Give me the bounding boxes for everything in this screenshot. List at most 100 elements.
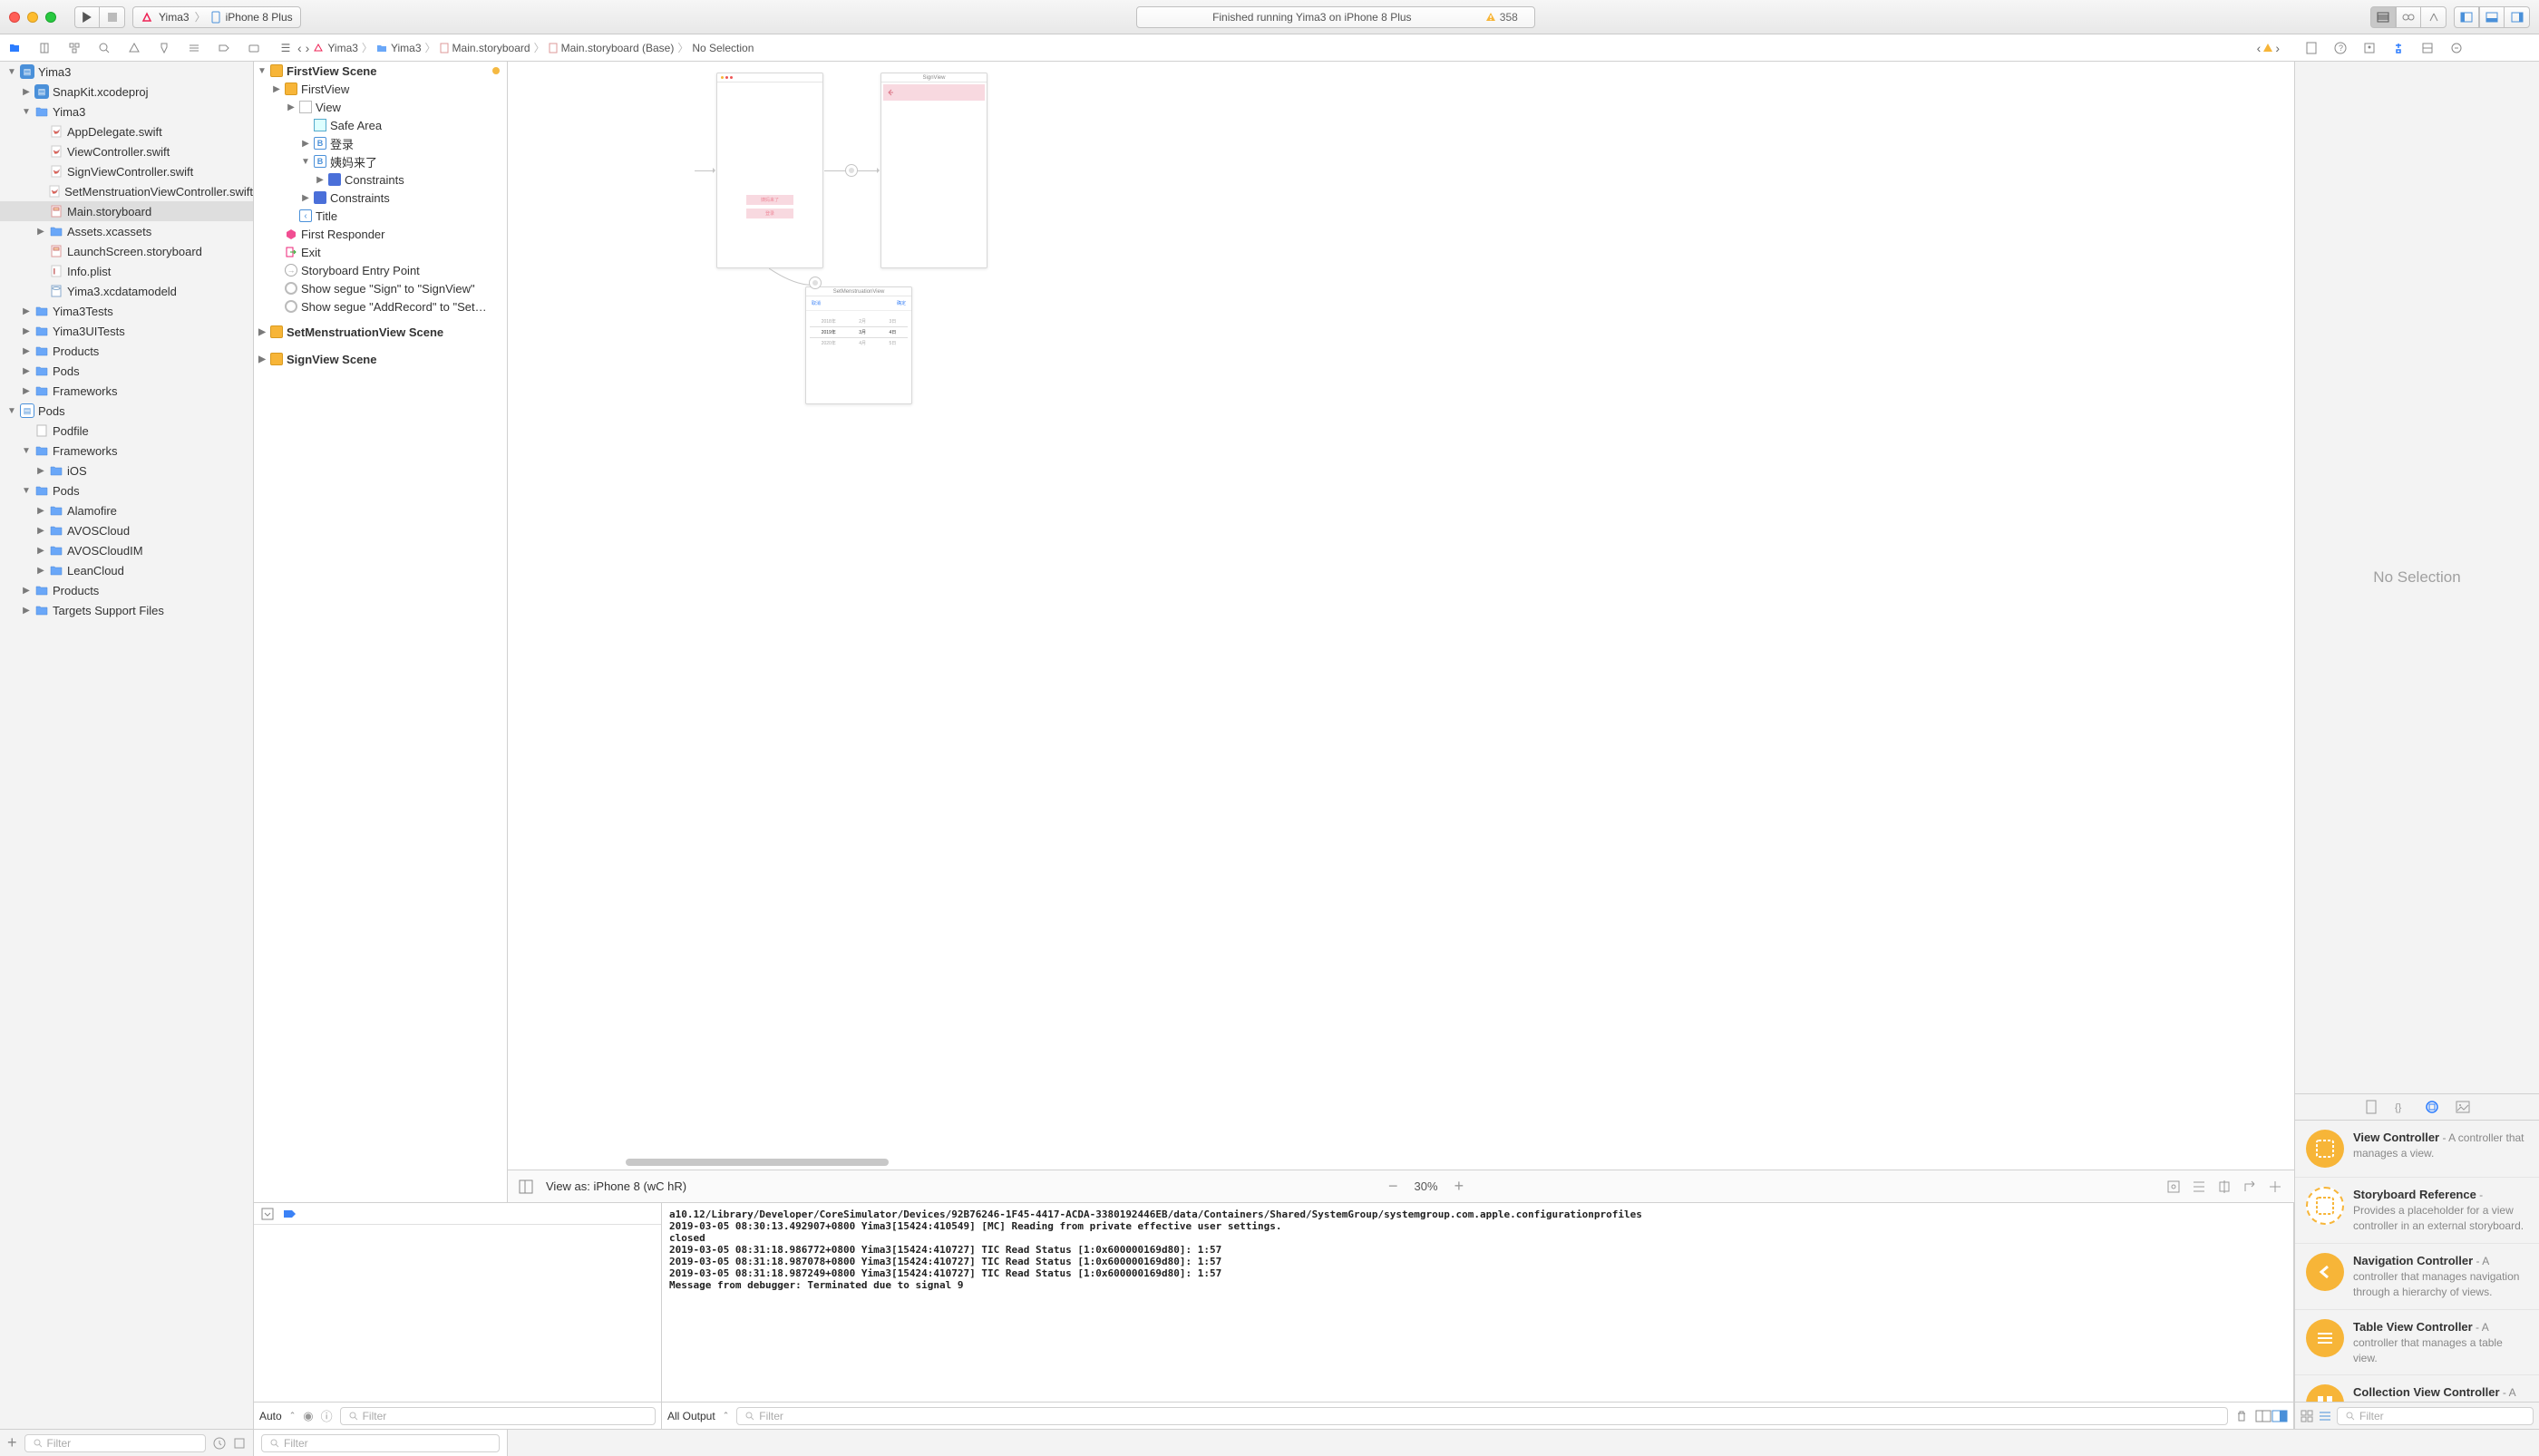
nav-item[interactable]: ▶iOS <box>0 461 253 480</box>
navigator-filter[interactable]: Filter <box>24 1434 206 1452</box>
show-console-button[interactable] <box>2271 1410 2288 1422</box>
outline-scene[interactable]: ▼ FirstView Scene <box>254 62 507 80</box>
attributes-inspector-tab[interactable] <box>2390 40 2407 56</box>
outline-item[interactable]: ▶FirstView <box>254 80 507 98</box>
pin-icon[interactable] <box>2216 1179 2233 1195</box>
picker-row[interactable]: 2018年2月3日 <box>810 316 908 326</box>
nav-item[interactable]: ▶Frameworks <box>0 381 253 401</box>
outline-item[interactable]: →Storyboard Entry Point <box>254 261 507 279</box>
console-output[interactable]: a10.12/Library/Developer/CoreSimulator/D… <box>662 1203 2293 1402</box>
report-navigator-tab[interactable] <box>246 40 261 56</box>
nav-item[interactable]: Podfile <box>0 421 253 441</box>
outline-item[interactable]: Exit <box>254 243 507 261</box>
file-inspector-tab[interactable] <box>2303 40 2320 56</box>
issues-badge[interactable]: 358 <box>1478 10 1525 24</box>
cancel-button[interactable]: 取消 <box>812 300 821 306</box>
outline-item[interactable]: ▶View <box>254 98 507 116</box>
find-navigator-tab[interactable] <box>97 40 112 56</box>
next-issue-button[interactable]: › <box>2275 41 2280 55</box>
outline-scene[interactable]: ▶ SignView Scene <box>254 350 507 368</box>
outline-scene[interactable]: ▶ SetMenstruationView Scene <box>254 323 507 341</box>
code-snippet-tab[interactable]: {} <box>2394 1101 2408 1113</box>
device-bar-toggle[interactable] <box>519 1179 533 1194</box>
run-button[interactable] <box>74 6 100 28</box>
button-yimalai[interactable]: 姨妈来了 <box>746 195 793 205</box>
nav-item[interactable]: ▶Alamofire <box>0 500 253 520</box>
zoom-level[interactable]: 30% <box>1415 1179 1438 1193</box>
test-navigator-tab[interactable] <box>156 40 171 56</box>
picker-row[interactable]: 2019年3月4日 <box>810 326 908 338</box>
align-icon[interactable] <box>2191 1179 2207 1195</box>
nav-item[interactable]: ▼Yima3 <box>0 102 253 121</box>
embed-in-icon[interactable] <box>2165 1179 2182 1195</box>
trash-icon[interactable] <box>2235 1410 2248 1422</box>
source-control-navigator-tab[interactable] <box>37 40 53 56</box>
library-item[interactable]: Collection View Controller - A <box>2295 1375 2539 1402</box>
zoom-in-button[interactable]: + <box>1454 1177 1464 1196</box>
scene-setmenstruation[interactable]: SetMenstruationView 取消 确定 2018年2月3日2019年… <box>805 286 912 404</box>
stop-button[interactable] <box>100 6 125 28</box>
scene-signview[interactable]: SignView <box>880 73 987 268</box>
nav-item[interactable]: ▶LeanCloud <box>0 560 253 580</box>
confirm-button[interactable]: 确定 <box>897 300 906 306</box>
nav-item[interactable]: SetMenstruationViewController.swift <box>0 181 253 201</box>
zoom-out-button[interactable]: − <box>1388 1177 1398 1196</box>
nav-item[interactable]: ▼Frameworks <box>0 441 253 461</box>
grid-view-icon[interactable] <box>2301 1410 2313 1422</box>
project-navigator-tab[interactable] <box>7 40 23 56</box>
nav-item[interactable]: ▶Products <box>0 580 253 600</box>
issue-navigator-tab[interactable] <box>127 40 142 56</box>
outline-item[interactable]: Safe Area <box>254 116 507 134</box>
nav-item[interactable]: AppDelegate.swift <box>0 121 253 141</box>
forward-button[interactable]: › <box>306 41 310 55</box>
outline-item[interactable]: ▶B登录 <box>254 134 507 152</box>
breakpoint-navigator-tab[interactable] <box>216 40 231 56</box>
nav-item[interactable]: ▶Pods <box>0 361 253 381</box>
show-variables-button[interactable] <box>2255 1410 2271 1422</box>
prev-issue-button[interactable]: ‹ <box>2257 41 2262 55</box>
button-login[interactable]: 登录 <box>746 209 793 218</box>
zoom-window-button[interactable] <box>45 12 56 23</box>
nav-project-root[interactable]: ▼ ▤ Yima3 <box>0 62 253 82</box>
variables-view-icon[interactable]: ◉ <box>303 1409 313 1423</box>
console-filter[interactable]: Filter <box>736 1407 2228 1425</box>
debug-navigator-tab[interactable] <box>186 40 201 56</box>
nav-item[interactable]: iInfo.plist <box>0 261 253 281</box>
nav-item[interactable]: ▶AVOSCloudIM <box>0 540 253 560</box>
scheme-selector[interactable]: Yima3 〉 iPhone 8 Plus <box>132 6 301 28</box>
outline-item[interactable]: ▶Constraints <box>254 189 507 207</box>
outline-filter[interactable]: Filter <box>261 1434 500 1452</box>
nav-item[interactable]: ViewController.swift <box>0 141 253 161</box>
object-library-tab[interactable] <box>2425 1100 2439 1114</box>
nav-item[interactable]: ▼Pods <box>0 480 253 500</box>
close-window-button[interactable] <box>9 12 20 23</box>
outline-item[interactable]: ▶Constraints <box>254 170 507 189</box>
resize-icon[interactable] <box>2267 1179 2283 1195</box>
nav-item[interactable]: ▶Assets.xcassets <box>0 221 253 241</box>
picker-row[interactable]: 2020年4月5日 <box>810 338 908 348</box>
outline-item[interactable]: First Responder <box>254 225 507 243</box>
nav-item[interactable]: ▶▤SnapKit.xcodeproj <box>0 82 253 102</box>
nav-item[interactable]: Main.storyboard <box>0 201 253 221</box>
segue-icon[interactable] <box>809 277 822 289</box>
nav-item[interactable]: ▶Yima3Tests <box>0 301 253 321</box>
add-button[interactable]: + <box>7 1433 17 1452</box>
output-menu[interactable]: All Output <box>667 1410 715 1422</box>
media-library-tab[interactable] <box>2456 1101 2470 1113</box>
scene-firstview[interactable]: 姨妈来了 登录 <box>716 73 823 268</box>
outline-item[interactable]: Show segue "AddRecord" to "Set… <box>254 297 507 315</box>
quicklook-icon[interactable]: ⓘ <box>321 1407 333 1424</box>
library-item[interactable]: Storyboard Reference - Provides a placeh… <box>2295 1178 2539 1244</box>
debug-console-toggle[interactable] <box>261 1208 274 1220</box>
variables-filter[interactable]: Filter <box>340 1407 656 1425</box>
segue-icon[interactable] <box>845 164 858 177</box>
breadcrumb[interactable]: Yima3 <box>313 42 358 54</box>
size-inspector-tab[interactable] <box>2419 40 2436 56</box>
auto-menu[interactable]: Auto <box>259 1410 282 1422</box>
assistant-editor-button[interactable] <box>2396 6 2421 28</box>
view-as-label[interactable]: View as: iPhone 8 (wC hR) <box>546 1179 686 1193</box>
library-item[interactable]: Navigation Controller - A controller tha… <box>2295 1244 2539 1310</box>
outline-item[interactable]: ‹Title <box>254 207 507 225</box>
nav-item[interactable]: ▶Products <box>0 341 253 361</box>
nav-item[interactable]: ▶Targets Support Files <box>0 600 253 620</box>
